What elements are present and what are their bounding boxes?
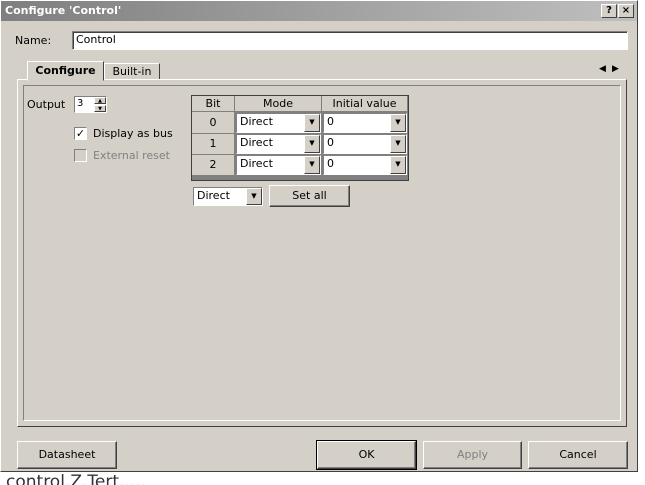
dialog-title: Configure 'Control' xyxy=(5,4,122,17)
help-button[interactable]: ? xyxy=(601,4,617,18)
initial-value: 0 xyxy=(327,157,334,170)
title-bar[interactable]: Configure 'Control' ? × xyxy=(1,1,637,21)
external-reset-label: External reset xyxy=(93,149,170,162)
dropdown-arrow-icon[interactable]: ▼ xyxy=(304,114,320,132)
initial-value-dropdown[interactable]: 0 ▼ xyxy=(323,155,407,175)
display-as-bus-label: Display as bus xyxy=(93,127,173,140)
ok-button[interactable]: OK xyxy=(316,440,417,470)
dropdown-arrow-icon[interactable]: ▼ xyxy=(390,135,406,153)
mode-value: Direct xyxy=(240,136,273,149)
mode-value: Direct xyxy=(240,115,273,128)
table-row-bit: 0 xyxy=(192,112,235,134)
dropdown-arrow-icon[interactable]: ▼ xyxy=(390,114,406,132)
cancel-button[interactable]: Cancel xyxy=(528,441,628,469)
set-all-button[interactable]: Set all xyxy=(269,185,350,207)
set-all-mode-dropdown[interactable]: Direct ▼ xyxy=(193,187,263,206)
tab-prev-arrow-icon[interactable]: ◀ xyxy=(599,64,606,74)
spin-up-icon[interactable]: ▲ xyxy=(94,97,106,104)
output-label: Output xyxy=(27,98,66,111)
tab-built-in[interactable]: Built-in xyxy=(104,63,160,79)
dropdown-arrow-icon[interactable]: ▼ xyxy=(304,156,320,174)
mode-dropdown[interactable]: Direct ▼ xyxy=(236,113,321,133)
apply-button: Apply xyxy=(423,441,522,469)
name-label: Name: xyxy=(15,34,52,47)
external-reset-checkbox xyxy=(74,149,87,162)
initial-value-dropdown[interactable]: 0 ▼ xyxy=(323,134,407,154)
mode-dropdown[interactable]: Direct ▼ xyxy=(236,155,321,175)
background-text: control.Z.Tert..... xyxy=(6,472,147,485)
set-all-mode-value: Direct xyxy=(197,189,230,202)
bits-table: Bit Mode Initial value 0 Direct ▼ 0 ▼ 1 … xyxy=(191,95,409,181)
initial-value: 0 xyxy=(327,115,334,128)
output-spinner[interactable]: 3 ▲ ▼ xyxy=(74,96,107,113)
dropdown-arrow-icon[interactable]: ▼ xyxy=(246,188,262,205)
table-header-initial-value: Initial value xyxy=(322,96,408,112)
output-value: 3 xyxy=(77,98,84,109)
dropdown-arrow-icon[interactable]: ▼ xyxy=(304,135,320,153)
mode-value: Direct xyxy=(240,157,273,170)
table-row-bit: 1 xyxy=(192,134,235,155)
spin-down-icon[interactable]: ▼ xyxy=(94,105,106,112)
table-header-mode: Mode xyxy=(235,96,322,112)
configure-dialog: Configure 'Control' ? × Name: Control Co… xyxy=(0,0,638,472)
datasheet-button[interactable]: Datasheet xyxy=(17,441,117,469)
name-field[interactable]: Control xyxy=(72,31,628,50)
tab-configure[interactable]: Configure xyxy=(27,61,104,81)
initial-value-dropdown[interactable]: 0 ▼ xyxy=(323,113,407,133)
tab-next-arrow-icon[interactable]: ▶ xyxy=(612,64,619,74)
table-header-bit: Bit xyxy=(192,96,235,112)
mode-dropdown[interactable]: Direct ▼ xyxy=(236,134,321,154)
table-row-bit: 2 xyxy=(192,155,235,176)
dropdown-arrow-icon[interactable]: ▼ xyxy=(390,156,406,174)
close-button[interactable]: × xyxy=(618,4,634,18)
initial-value: 0 xyxy=(327,136,334,149)
display-as-bus-checkbox[interactable]: ✓ xyxy=(74,127,87,140)
